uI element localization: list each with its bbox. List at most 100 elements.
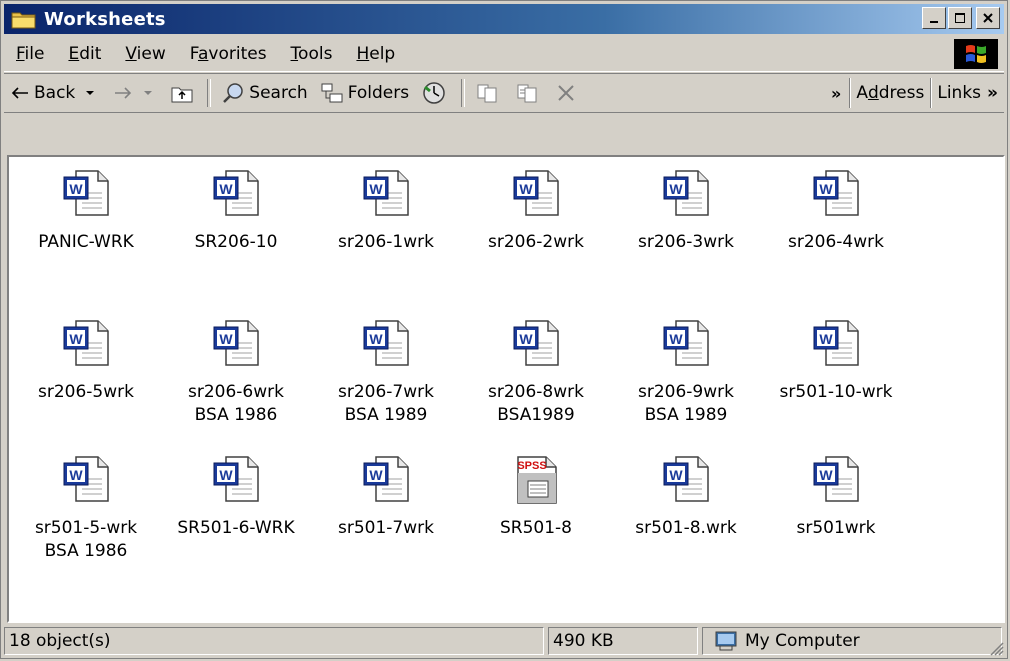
file-label: SR501-6-WRK xyxy=(177,518,295,538)
file-label: sr206-2wrk xyxy=(488,232,584,252)
word-document-icon: W xyxy=(513,170,559,216)
file-item[interactable]: W sr206-3wrk xyxy=(611,169,761,254)
title-bar[interactable]: Worksheets xyxy=(4,4,1004,34)
copy-to-button[interactable] xyxy=(509,77,549,109)
status-size: 490 KB xyxy=(548,627,698,655)
file-label: sr206-4wrk xyxy=(788,232,884,252)
word-document-icon: W xyxy=(363,456,409,502)
word-document-icon: W xyxy=(63,320,109,366)
minimize-icon xyxy=(930,21,938,23)
delete-button[interactable] xyxy=(549,77,587,109)
file-item[interactable]: W sr501-8.wrk xyxy=(611,455,761,540)
file-label: PANIC-WRK xyxy=(38,232,134,252)
file-item[interactable]: W SR501-6-WRK xyxy=(161,455,311,540)
file-item[interactable]: W PANIC-WRK xyxy=(11,169,161,254)
file-item[interactable]: W sr501wrk xyxy=(761,455,911,540)
maximize-button[interactable] xyxy=(948,7,972,29)
file-item[interactable]: W sr206-6wrk BSA 1986 xyxy=(161,319,311,427)
word-badge-letter: W xyxy=(69,181,83,197)
menu-edit[interactable]: Edit xyxy=(56,44,113,64)
file-item[interactable]: W sr206-8wrk BSA1989 xyxy=(461,319,611,427)
word-document-icon: W xyxy=(213,170,259,216)
file-label: sr501-7wrk xyxy=(338,518,434,538)
word-badge-letter: W xyxy=(369,331,383,347)
maximize-icon xyxy=(955,13,965,23)
close-icon xyxy=(983,13,993,23)
toolbar-separator xyxy=(461,79,466,107)
address-bar-label[interactable]: Ad dress xyxy=(849,78,930,108)
folders-button[interactable]: Folders xyxy=(314,77,415,109)
up-folder-icon xyxy=(171,87,193,103)
status-bar: 18 object(s) 490 KB My Computer xyxy=(4,625,1006,658)
file-item[interactable]: W sr501-10-wrk xyxy=(761,319,911,404)
dropdown-arrow-icon[interactable] xyxy=(141,89,155,97)
file-item[interactable]: W sr206-4wrk xyxy=(761,169,911,254)
file-item[interactable]: W sr206-1wrk xyxy=(311,169,461,254)
file-label: sr501-5-wrk BSA 1986 xyxy=(34,518,138,561)
file-label: SR501-8 xyxy=(499,518,572,538)
history-button[interactable] xyxy=(415,77,457,109)
word-badge-letter: W xyxy=(69,331,83,347)
word-badge-letter: W xyxy=(369,467,383,483)
word-document-icon: W xyxy=(813,456,859,502)
windows-logo-icon xyxy=(954,39,998,69)
menu-bar: File Edit View Favorites Tools Help xyxy=(4,37,1004,72)
word-document-icon: W xyxy=(63,456,109,502)
word-badge-letter: W xyxy=(69,467,83,483)
forward-button[interactable] xyxy=(107,77,165,109)
explorer-window: Worksheets File Edit View Favorites Tool… xyxy=(0,0,1008,659)
search-icon xyxy=(223,83,244,103)
word-badge-letter: W xyxy=(669,467,683,483)
spss-file-icon: SPSS xyxy=(517,456,557,504)
file-label: sr206-5wrk xyxy=(38,382,134,402)
toolbar-overflow-chevron[interactable]: » xyxy=(823,84,849,103)
folder-icon xyxy=(11,12,36,29)
file-item[interactable]: W sr501-5-wrk BSA 1986 xyxy=(11,455,161,563)
file-item[interactable]: W sr501-7wrk xyxy=(311,455,461,540)
minimize-button[interactable] xyxy=(922,7,946,29)
dropdown-arrow-icon[interactable] xyxy=(83,89,97,97)
file-label: sr501-10-wrk xyxy=(779,382,893,402)
status-zone: My Computer xyxy=(702,627,1002,655)
word-document-icon: W xyxy=(363,320,409,366)
up-folder-button[interactable] xyxy=(165,77,203,109)
file-label: sr206-9wrk BSA 1989 xyxy=(638,382,734,425)
window-title: Worksheets xyxy=(44,8,166,30)
file-label: sr206-1wrk xyxy=(338,232,434,252)
file-item[interactable]: W sr206-7wrk BSA 1989 xyxy=(311,319,461,427)
spss-badge-text: SPSS xyxy=(517,460,546,472)
word-document-icon: W xyxy=(213,320,259,366)
menu-file[interactable]: File xyxy=(4,44,56,64)
file-label: sr206-7wrk BSA 1989 xyxy=(338,382,434,425)
menu-favorites[interactable]: Favorites xyxy=(178,44,279,64)
history-icon xyxy=(423,82,445,104)
menu-view[interactable]: View xyxy=(113,44,177,64)
links-bar[interactable]: Links» xyxy=(930,78,1004,108)
word-badge-letter: W xyxy=(369,181,383,197)
file-item[interactable]: W sr206-9wrk BSA 1989 xyxy=(611,319,761,427)
file-item[interactable]: W sr206-5wrk xyxy=(11,319,161,404)
menu-tools[interactable]: Tools xyxy=(279,44,345,64)
search-button[interactable]: Search xyxy=(215,77,313,109)
back-button[interactable]: Back xyxy=(4,77,107,109)
file-item[interactable]: W sr206-2wrk xyxy=(461,169,611,254)
word-document-icon: W xyxy=(513,320,559,366)
menu-help[interactable]: Help xyxy=(344,44,407,64)
word-document-icon: W xyxy=(213,456,259,502)
close-button[interactable] xyxy=(976,7,1000,29)
word-badge-letter: W xyxy=(219,467,233,483)
file-item[interactable]: W SR206-10 xyxy=(161,169,311,254)
file-label: sr206-6wrk BSA 1986 xyxy=(188,382,284,425)
word-document-icon: W xyxy=(813,320,859,366)
file-item[interactable]: SPSS SR501-8 xyxy=(461,455,611,540)
word-badge-letter: W xyxy=(219,181,233,197)
word-badge-letter: W xyxy=(819,181,833,197)
toolbar: Back Search Folders » A d dress Links » xyxy=(4,73,1004,113)
resize-grip-icon[interactable] xyxy=(986,638,1004,656)
word-document-icon: W xyxy=(663,170,709,216)
word-document-icon: W xyxy=(663,456,709,502)
file-label: sr206-3wrk xyxy=(638,232,734,252)
folders-tree-icon xyxy=(321,83,343,103)
word-document-icon: W xyxy=(663,320,709,366)
move-to-button[interactable] xyxy=(469,77,509,109)
